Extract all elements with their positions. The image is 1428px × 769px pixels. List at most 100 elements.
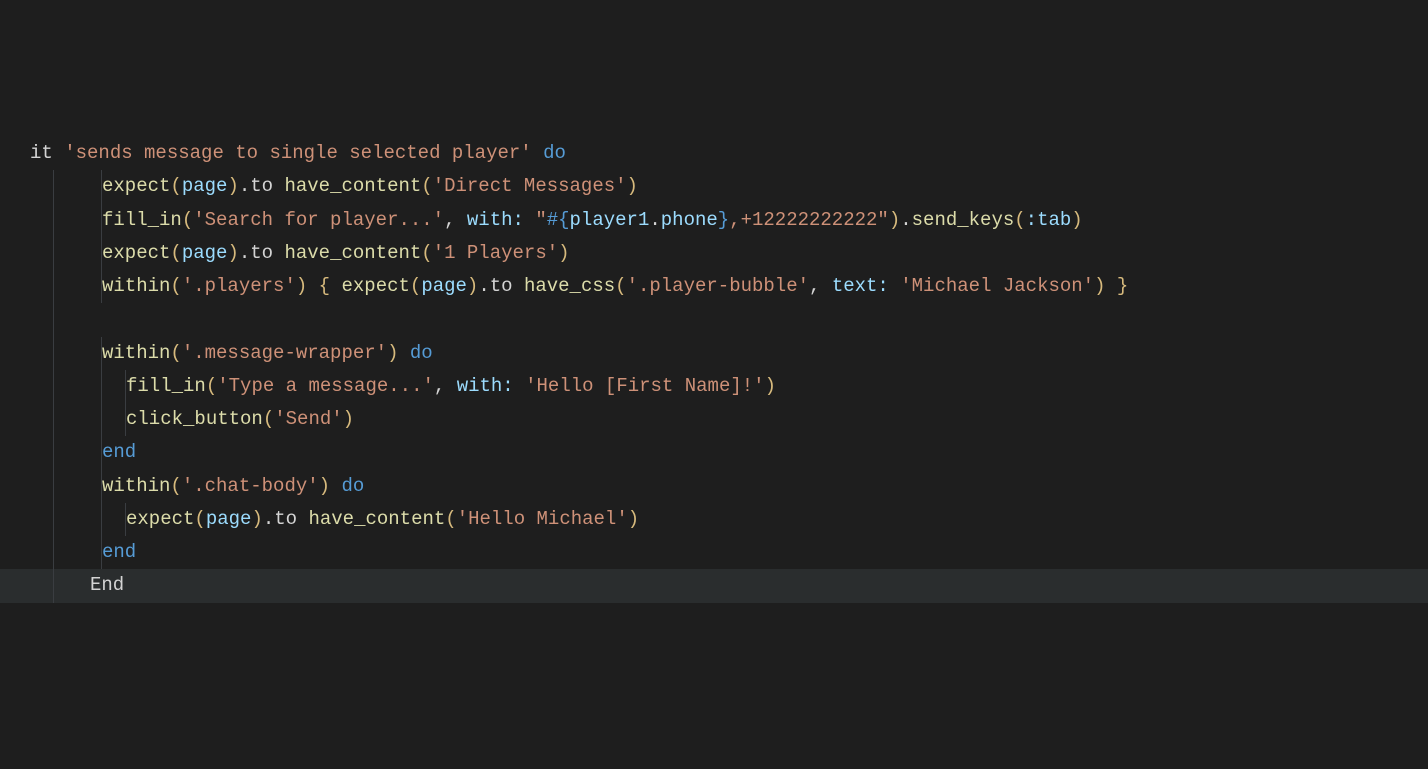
- code-text[interactable]: end: [24, 536, 1428, 569]
- token-interp: #{: [547, 209, 570, 231]
- token-pn: ): [227, 175, 238, 197]
- code-text[interactable]: expect(page).to have_content('Hello Mich…: [24, 503, 1428, 536]
- code-text[interactable]: [24, 303, 1428, 336]
- code-content[interactable]: fill_in('Search for player...', with: "#…: [24, 204, 1428, 237]
- code-text[interactable]: within('.message-wrapper') do: [24, 337, 1428, 370]
- code-line[interactable]: end: [0, 436, 1428, 469]
- token-pn: ): [296, 275, 307, 297]
- token-pn: ): [343, 408, 354, 430]
- code-line[interactable]: End: [0, 569, 1428, 602]
- token-plain: [330, 275, 341, 297]
- code-text[interactable]: fill_in('Search for player...', with: "#…: [24, 204, 1428, 237]
- token-var: page: [206, 508, 252, 530]
- token-var: player1: [570, 209, 650, 231]
- code-line[interactable]: click_button('Send'): [0, 403, 1428, 436]
- token-sym: text:: [832, 275, 889, 297]
- token-fn: within: [102, 475, 170, 497]
- code-content[interactable]: within('.chat-body') do: [24, 470, 1428, 503]
- gutter: [0, 569, 24, 602]
- code-line[interactable]: end: [0, 536, 1428, 569]
- token-pn: ): [319, 475, 330, 497]
- token-fn: within: [102, 342, 170, 364]
- token-str: '.player-bubble': [627, 275, 809, 297]
- token-interp: }: [718, 209, 729, 231]
- code-text[interactable]: it 'sends message to single selected pla…: [24, 137, 1428, 170]
- gutter: [0, 403, 24, 436]
- code-editor[interactable]: it 'sends message to single selected pla…: [0, 137, 1428, 603]
- code-content[interactable]: it 'sends message to single selected pla…: [24, 137, 1428, 170]
- code-line[interactable]: it 'sends message to single selected pla…: [0, 137, 1428, 170]
- gutter: [0, 170, 24, 203]
- token-pn: ): [765, 375, 776, 397]
- code-line[interactable]: expect(page).to have_content('Direct Mes…: [0, 170, 1428, 203]
- token-kw: end: [102, 541, 136, 563]
- token-kw: do: [410, 342, 433, 364]
- token-pn: (: [263, 408, 274, 430]
- token-sym: with:: [457, 375, 514, 397]
- code-content[interactable]: end: [24, 536, 1428, 569]
- code-line[interactable]: within('.players') { expect(page).to hav…: [0, 270, 1428, 303]
- code-content[interactable]: click_button('Send'): [24, 403, 1428, 436]
- code-text[interactable]: within('.chat-body') do: [24, 470, 1428, 503]
- code-content[interactable]: End: [24, 569, 1428, 602]
- code-text[interactable]: fill_in('Type a message...', with: 'Hell…: [24, 370, 1428, 403]
- token-op: .: [239, 175, 250, 197]
- code-text[interactable]: End: [24, 569, 1428, 602]
- code-line[interactable]: fill_in('Search for player...', with: "#…: [0, 204, 1428, 237]
- code-content[interactable]: expect(page).to have_content('1 Players'…: [24, 237, 1428, 270]
- code-text[interactable]: expect(page).to have_content('Direct Mes…: [24, 170, 1428, 203]
- token-plain: to: [250, 175, 273, 197]
- token-pn: (: [410, 275, 421, 297]
- code-text[interactable]: expect(page).to have_content('1 Players'…: [24, 237, 1428, 270]
- token-pn: (: [170, 475, 181, 497]
- code-line[interactable]: fill_in('Type a message...', with: 'Hell…: [0, 370, 1428, 403]
- token-op: .: [239, 242, 250, 264]
- token-str: ,+12222222222": [729, 209, 889, 231]
- code-content[interactable]: within('.players') { expect(page).to hav…: [24, 270, 1428, 303]
- token-plain: End: [90, 574, 124, 596]
- token-fn: have_content: [284, 242, 421, 264]
- code-content[interactable]: expect(page).to have_content('Direct Mes…: [24, 170, 1428, 203]
- token-str: 'Hello [First Name]!': [525, 375, 764, 397]
- token-pn: (: [170, 175, 181, 197]
- token-pn: ): [889, 209, 900, 231]
- token-pn: {: [319, 275, 330, 297]
- code-text[interactable]: within('.players') { expect(page).to hav…: [24, 270, 1428, 303]
- code-content[interactable]: end: [24, 436, 1428, 469]
- token-plain: [1106, 275, 1117, 297]
- code-line[interactable]: expect(page).to have_content('1 Players'…: [0, 237, 1428, 270]
- code-content[interactable]: fill_in('Type a message...', with: 'Hell…: [24, 370, 1428, 403]
- gutter: [0, 503, 24, 536]
- code-content[interactable]: within('.message-wrapper') do: [24, 337, 1428, 370]
- code-text[interactable]: click_button('Send'): [24, 403, 1428, 436]
- code-content[interactable]: [24, 303, 1428, 336]
- token-op: .: [900, 209, 911, 231]
- token-plain: [102, 308, 113, 330]
- token-pn: (: [182, 209, 193, 231]
- code-line[interactable]: within('.chat-body') do: [0, 470, 1428, 503]
- code-content[interactable]: expect(page).to have_content('Hello Mich…: [24, 503, 1428, 536]
- token-str: 'Michael Jackson': [900, 275, 1094, 297]
- code-line[interactable]: [0, 303, 1428, 336]
- token-pn: (: [170, 275, 181, 297]
- token-str: '1 Players': [433, 242, 558, 264]
- code-text[interactable]: end: [24, 436, 1428, 469]
- token-fn: have_css: [524, 275, 615, 297]
- token-var: page: [182, 242, 228, 264]
- token-pn: (: [170, 342, 181, 364]
- token-plain: [330, 475, 341, 497]
- token-str: 'Direct Messages': [433, 175, 627, 197]
- token-plain: [307, 275, 318, 297]
- token-sym: :tab: [1026, 209, 1072, 231]
- token-str: 'Type a message...': [217, 375, 434, 397]
- token-fn: fill_in: [126, 375, 206, 397]
- token-pn: ): [227, 242, 238, 264]
- token-plain: to: [490, 275, 513, 297]
- token-sym: with:: [467, 209, 524, 231]
- token-var: page: [421, 275, 467, 297]
- token-plain: ,: [809, 275, 832, 297]
- code-line[interactable]: within('.message-wrapper') do: [0, 337, 1428, 370]
- token-pn: ): [467, 275, 478, 297]
- token-pn: ): [627, 175, 638, 197]
- code-line[interactable]: expect(page).to have_content('Hello Mich…: [0, 503, 1428, 536]
